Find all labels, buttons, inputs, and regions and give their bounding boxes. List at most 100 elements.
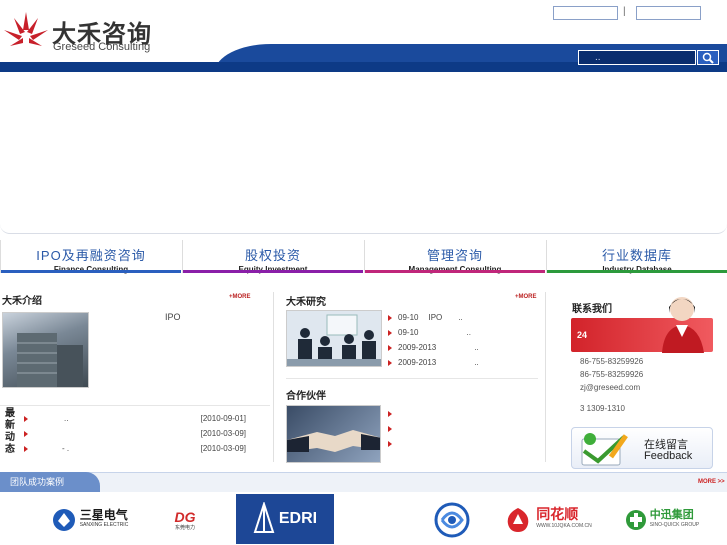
- building-icon: [17, 333, 83, 387]
- sanxing-logo-icon: [52, 509, 75, 531]
- research-item[interactable]: 2009-2013..: [388, 340, 538, 355]
- logo-sub: 东莞电力: [174, 524, 195, 531]
- bullet-icon: [388, 440, 392, 447]
- nav-label-cn: IPO及再融资咨询: [36, 248, 146, 263]
- cases-title: 团队成功案例: [0, 472, 100, 492]
- logo-name: DG: [174, 508, 196, 525]
- column-divider: [545, 292, 546, 462]
- research-tail: ..: [474, 343, 479, 352]
- about-image: [2, 312, 89, 388]
- contact-phone: 86-755-83259926: [580, 357, 644, 366]
- brand-name-en: Greseed Consulting: [53, 41, 151, 53]
- feedback-icon: [581, 433, 628, 466]
- research-item[interactable]: 2009-2013..: [388, 355, 538, 370]
- news-title: - .: [62, 444, 70, 453]
- zhongxun-logo-icon: [625, 510, 646, 530]
- cases-header: [0, 472, 727, 492]
- nav-underline: [183, 270, 363, 273]
- top-link-1[interactable]: [553, 6, 618, 20]
- nav-underline: [1, 270, 181, 273]
- research-more-link[interactable]: +MORE: [515, 294, 537, 300]
- logo-name: 三星电气: [79, 508, 128, 522]
- partner-item[interactable]: [388, 436, 528, 451]
- partners-list: [388, 406, 528, 451]
- nav-equity-investment[interactable]: 股权投资 Equity Investment: [182, 240, 363, 274]
- news-item[interactable]: [2010-03-09]: [24, 427, 246, 441]
- contact-mobile: 3 1309-1310: [580, 404, 625, 413]
- news-item[interactable]: .. [2010-09-01]: [24, 412, 246, 426]
- nav-underline: [365, 270, 545, 273]
- top-link-2[interactable]: [636, 6, 701, 20]
- research-title: 大禾研究: [286, 297, 326, 308]
- case-logo-tonghuashun[interactable]: 同花顺 WWW.10JQKA.COM.CN: [500, 498, 596, 542]
- case-logo-zhongxun[interactable]: 中迅集团 SINO-QUICK GROUP: [624, 498, 700, 542]
- nav-label-cn: 股权投资: [244, 248, 301, 263]
- edri-logo-icon: [253, 502, 275, 533]
- header: 大禾咨询 Greseed Consulting | ..: [0, 0, 727, 72]
- nav-label-cn: 行业数据库: [601, 248, 672, 263]
- research-title: IPO: [428, 313, 443, 322]
- main-nav: IPO及再融资咨询 Finance Consulting 股权投资 Equity…: [0, 240, 727, 274]
- news-label: 最 新 动 态: [0, 408, 20, 460]
- news-date: [2010-09-01]: [200, 414, 246, 423]
- case-logo-sanxing[interactable]: 三星电气 SANXING ELECTRIC: [44, 498, 136, 542]
- cases-more-link[interactable]: MORE >>: [698, 479, 725, 485]
- bullet-icon: [24, 445, 28, 452]
- nav-underline: [547, 270, 727, 273]
- logo-name: 同花顺: [536, 506, 579, 522]
- bullet-icon: [388, 425, 392, 432]
- research-tail: ..: [458, 313, 463, 322]
- about-more-link[interactable]: +MORE: [229, 294, 251, 300]
- logo-name: EDRI: [278, 510, 318, 527]
- case-logo-swirl[interactable]: [432, 498, 472, 542]
- partner-item[interactable]: [388, 406, 528, 421]
- search-icon: [702, 52, 714, 64]
- contact-title: 联系我们: [572, 304, 612, 315]
- meeting-people-icon: [287, 311, 381, 366]
- research-image: [286, 310, 382, 367]
- bullet-icon: [388, 359, 392, 366]
- research-item[interactable]: 09-10 IPO..: [388, 310, 538, 325]
- contact-details: 86-755-83259926 86-755-83259926 zj@grese…: [580, 355, 710, 415]
- search-button[interactable]: [697, 50, 719, 65]
- nav-label-cn: 管理咨询: [426, 248, 483, 263]
- news-item[interactable]: - . [2010-03-09]: [24, 442, 246, 456]
- contact-email[interactable]: zj@greseed.com: [580, 381, 710, 394]
- news-title: ..: [64, 414, 69, 423]
- bullet-icon: [24, 430, 28, 437]
- news-divider: [0, 405, 270, 406]
- partners-image: [286, 405, 381, 463]
- news-label-char: 动: [5, 432, 15, 443]
- research-tail: ..: [474, 358, 479, 367]
- case-logo-edri[interactable]: EDRI: [236, 494, 334, 544]
- case-logo-dg[interactable]: DG 东莞电力: [160, 498, 210, 542]
- logo-sub: SINO-QUICK GROUP: [649, 522, 700, 528]
- brand-logo[interactable]: 大禾咨询 Greseed Consulting: [2, 8, 162, 54]
- feedback-button[interactable]: 在线留言 Feedback: [571, 427, 713, 469]
- partners-title: 合作伙伴: [286, 391, 326, 402]
- contact-fax: 86-755-83259926: [580, 370, 644, 379]
- about-title: 大禾介绍: [2, 296, 42, 307]
- research-list: 09-10 IPO.. 09-10.. 2009-2013.. 2009-2013…: [388, 310, 538, 370]
- bullet-icon: [24, 415, 28, 422]
- research-tail: ..: [466, 328, 471, 337]
- research-item[interactable]: 09-10..: [388, 325, 538, 340]
- about-text: IPO: [165, 312, 181, 322]
- top-link-separator: |: [623, 6, 626, 17]
- bullet-icon: [388, 344, 392, 351]
- news-date: [2010-03-09]: [200, 429, 246, 438]
- bullet-icon: [388, 314, 392, 321]
- search-input[interactable]: ..: [578, 50, 696, 65]
- service-agent-icon: [662, 297, 704, 353]
- partner-item[interactable]: [388, 421, 528, 436]
- news-label-char: 态: [5, 444, 15, 455]
- feedback-label-en: Feedback: [644, 450, 693, 462]
- nav-industry-database[interactable]: 行业数据库 Industry Database: [546, 240, 727, 274]
- news-label-char: 新: [5, 420, 15, 431]
- column-divider: [273, 292, 274, 462]
- research-date: 2009-2013: [398, 358, 437, 367]
- nav-management-consulting[interactable]: 管理咨询 Management Consulting: [364, 240, 545, 274]
- cases-logos: 三星电气 SANXING ELECTRIC DG 东莞电力 EDRI 同花顺 W…: [0, 492, 727, 545]
- nav-finance-consulting[interactable]: IPO及再融资咨询 Finance Consulting: [0, 240, 181, 274]
- bullet-icon: [388, 329, 392, 336]
